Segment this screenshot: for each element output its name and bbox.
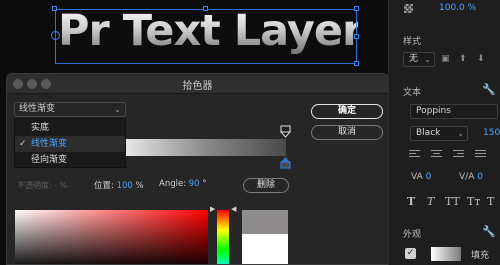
gradient-bar[interactable] xyxy=(125,139,286,156)
angle-unit: ° xyxy=(202,179,207,189)
original-color-swatch[interactable] xyxy=(242,234,288,264)
style-settings-icon[interactable]: ▣ xyxy=(441,54,450,64)
kerning-control[interactable]: VA 0 xyxy=(411,172,431,182)
dropdown-option-solid[interactable]: 实底 xyxy=(15,120,125,136)
fill-mode-select[interactable]: 线性渐变 ⌄ xyxy=(14,102,126,117)
option-label: 线性渐变 xyxy=(31,139,68,149)
appearance-section-header: 外观 xyxy=(403,230,422,240)
arrow-up-icon[interactable]: ⬆ xyxy=(459,54,467,64)
position-unit: % xyxy=(135,181,144,191)
resize-handle-top-left[interactable] xyxy=(52,6,57,11)
superscript-button[interactable]: T xyxy=(487,195,494,208)
font-family-select[interactable]: Poppins xyxy=(410,104,498,119)
angle-label-text: Angle: xyxy=(159,179,187,189)
hue-slider-arrow-right-icon[interactable]: ◀ xyxy=(231,205,236,213)
appearance-settings-wrench-icon[interactable]: 🔧 xyxy=(482,225,496,238)
hue-slider[interactable] xyxy=(217,210,229,264)
font-size-value[interactable]: 150 xyxy=(483,128,500,138)
kerning-value[interactable]: 0 xyxy=(426,172,432,182)
hue-slider-arrow-left-icon[interactable]: ▶ xyxy=(210,205,215,213)
new-color-swatch xyxy=(242,210,288,234)
align-center-icon[interactable] xyxy=(431,150,442,159)
style-select[interactable]: 无 ⌄ xyxy=(403,52,435,67)
fill-color-swatch[interactable] xyxy=(431,247,461,261)
dropdown-option-radial-gradient[interactable]: 径向渐变 xyxy=(15,152,125,168)
option-label: 径向渐变 xyxy=(31,155,68,165)
chevron-down-icon: ⌄ xyxy=(424,55,431,64)
align-left-icon[interactable] xyxy=(409,150,420,159)
font-style-select[interactable]: Black ⌄ xyxy=(410,126,468,141)
ok-button[interactable]: 确定 xyxy=(311,104,383,119)
saturation-value-field[interactable] xyxy=(15,210,208,264)
stop-position-label: 位置: 100 % xyxy=(94,179,144,191)
resize-handle-top-right[interactable] xyxy=(354,6,359,11)
resize-handle-right[interactable] xyxy=(354,34,359,39)
opacity-checker-icon xyxy=(404,4,413,13)
dialog-title: 拾色器 xyxy=(182,81,213,92)
style-section-header: 样式 xyxy=(403,37,422,47)
chevron-down-icon: ⌄ xyxy=(114,105,121,114)
resize-handle-bottom-right[interactable] xyxy=(354,61,359,66)
fill-mode-value: 线性渐变 xyxy=(19,104,56,114)
tracking-control[interactable]: V/A 0 xyxy=(459,172,483,182)
text-selection-box[interactable] xyxy=(55,9,357,64)
gradient-angle-label: Angle: 90 ° xyxy=(159,179,207,189)
text-settings-wrench-icon[interactable]: 🔧 xyxy=(482,83,496,96)
resize-handle-top[interactable] xyxy=(203,6,208,11)
style-select-value: 无 xyxy=(409,54,419,64)
position-label-text: 位置: xyxy=(94,181,114,191)
dialog-titlebar: 拾色器 xyxy=(7,74,388,94)
justify-icon[interactable] xyxy=(475,150,486,159)
kerning-icon: VA xyxy=(411,172,423,182)
arrow-down-icon[interactable]: ⬇ xyxy=(477,54,485,64)
small-caps-button[interactable]: Tт xyxy=(467,195,480,208)
opacity-stop-icon[interactable] xyxy=(280,125,291,138)
align-right-icon[interactable] xyxy=(453,150,464,159)
font-style-value: Black xyxy=(416,128,441,138)
stop-opacity-label: 不透明度: - % xyxy=(17,181,68,190)
cancel-button[interactable]: 取消 xyxy=(311,125,383,140)
stop-position-value[interactable]: 100 xyxy=(117,181,133,191)
color-stop-icon[interactable] xyxy=(280,156,291,169)
all-caps-button[interactable]: TT xyxy=(445,195,460,208)
checkmark-icon: ✓ xyxy=(19,139,27,149)
dropdown-option-linear-gradient[interactable]: ✓ 线性渐变 xyxy=(15,136,125,152)
anchor-point[interactable] xyxy=(51,31,60,40)
delete-stop-button[interactable]: 删除 xyxy=(243,178,289,193)
faux-italic-button[interactable]: T xyxy=(427,195,434,208)
fill-enabled-checkbox[interactable]: ✓ xyxy=(405,248,416,259)
faux-bold-button[interactable]: T xyxy=(407,195,415,208)
chevron-down-icon: ⌄ xyxy=(457,129,464,138)
essential-graphics-panel: 100.0 % 样式 无 ⌄ ▣ ⬆ ⬇ 文本 🔧 Poppins Black … xyxy=(388,0,500,265)
opacity-value[interactable]: 100.0 % xyxy=(439,3,476,13)
tracking-icon: V/A xyxy=(459,172,475,182)
text-section-header: 文本 xyxy=(403,88,422,98)
gradient-angle-value[interactable]: 90 xyxy=(189,179,200,189)
font-family-value: Poppins xyxy=(416,106,451,116)
color-picker-dialog: 拾色器 线性渐变 ⌄ 实底 ✓ 线性渐变 径向渐变 确定 取消 不透明度: - … xyxy=(6,73,389,265)
tracking-value[interactable]: 0 xyxy=(477,172,483,182)
fill-label: 填充 xyxy=(471,251,490,261)
option-label: 实底 xyxy=(31,123,50,133)
fill-mode-dropdown: 实底 ✓ 线性渐变 径向渐变 xyxy=(14,118,126,168)
